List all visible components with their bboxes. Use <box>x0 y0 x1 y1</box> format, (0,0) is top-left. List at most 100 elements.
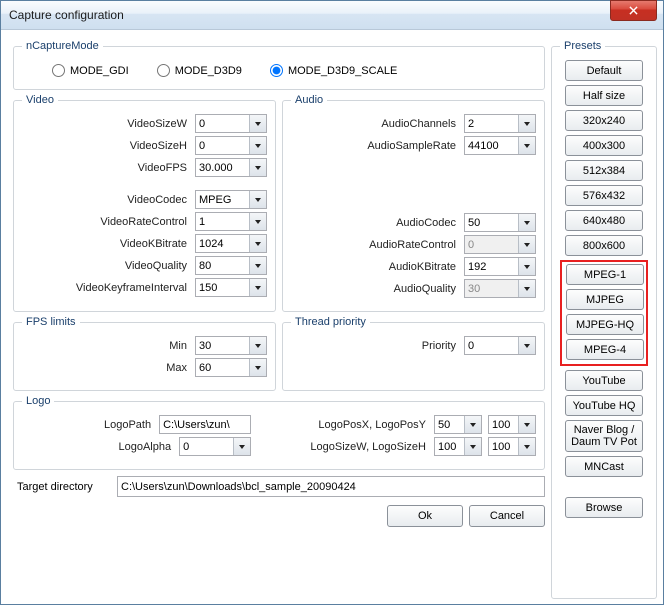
preset-800x600-button[interactable]: 800x600 <box>565 235 643 256</box>
capture-mode-legend: nCaptureMode <box>22 40 103 52</box>
preset-320x240-button[interactable]: 320x240 <box>565 110 643 131</box>
chevron-down-icon[interactable] <box>518 115 535 132</box>
video-keyframe-label: VideoKeyframeInterval <box>22 282 189 294</box>
logo-alpha-label: LogoAlpha <box>22 441 173 453</box>
chevron-down-icon <box>518 236 535 253</box>
chevron-down-icon[interactable] <box>249 115 266 132</box>
audio-quality-input <box>464 279 536 298</box>
chevron-down-icon[interactable] <box>249 359 266 376</box>
priority-label: Priority <box>291 340 458 352</box>
target-dir-input[interactable] <box>117 476 545 497</box>
audio-samplerate-label: AudioSampleRate <box>291 140 458 152</box>
video-sizeh-label: VideoSizeH <box>22 140 189 152</box>
chevron-down-icon[interactable] <box>249 279 266 296</box>
preset-400x300-button[interactable]: 400x300 <box>565 135 643 156</box>
audio-group: Audio AudioChannels AudioSampleRate Audi… <box>282 94 545 312</box>
audio-channels-input[interactable] <box>464 114 536 133</box>
chevron-down-icon[interactable] <box>518 416 535 433</box>
fps-max-label: Max <box>22 362 189 374</box>
video-kbitrate-input[interactable] <box>195 234 267 253</box>
video-codec-input[interactable] <box>195 190 267 209</box>
audio-ratectl-label: AudioRateControl <box>291 239 458 251</box>
fps-max-input[interactable] <box>195 358 267 377</box>
video-keyframe-input[interactable] <box>195 278 267 297</box>
mode-d3d9-scale-radio[interactable]: MODE_D3D9_SCALE <box>270 64 397 77</box>
close-icon <box>629 6 638 15</box>
browse-button[interactable]: Browse <box>565 497 643 518</box>
titlebar: Capture configuration <box>1 1 663 30</box>
fps-min-input[interactable] <box>195 336 267 355</box>
audio-kbitrate-input[interactable] <box>464 257 536 276</box>
logo-pos-label: LogoPosX, LogoPosY <box>261 419 428 431</box>
capture-mode-group: nCaptureMode MODE_GDI MODE_D3D9 MODE_D3D… <box>13 40 545 90</box>
preset-mjpeg-button[interactable]: MJPEG <box>566 289 644 310</box>
cancel-button[interactable]: Cancel <box>469 505 545 527</box>
chevron-down-icon[interactable] <box>249 257 266 274</box>
audio-codec-input[interactable] <box>464 213 536 232</box>
preset-default-button[interactable]: Default <box>565 60 643 81</box>
chevron-down-icon[interactable] <box>249 191 266 208</box>
video-legend: Video <box>22 94 58 106</box>
preset-mpeg-1-button[interactable]: MPEG-1 <box>566 264 644 285</box>
logo-path-label: LogoPath <box>22 419 153 431</box>
preset-mncast-button[interactable]: MNCast <box>565 456 643 477</box>
audio-channels-label: AudioChannels <box>291 118 458 130</box>
fps-limits-group: FPS limits Min Max <box>13 316 276 391</box>
chevron-down-icon[interactable] <box>233 438 250 455</box>
video-sizew-input[interactable] <box>195 114 267 133</box>
video-codec-label: VideoCodec <box>22 194 189 206</box>
preset-naver-daum-button[interactable]: Naver Blog / Daum TV Pot <box>565 420 643 452</box>
chevron-down-icon <box>518 280 535 297</box>
logo-alpha-input[interactable] <box>179 437 251 456</box>
mode-gdi-radio[interactable]: MODE_GDI <box>52 64 129 77</box>
chevron-down-icon[interactable] <box>464 416 481 433</box>
chevron-down-icon[interactable] <box>518 258 535 275</box>
logo-size-label: LogoSizeW, LogoSizeH <box>261 441 428 453</box>
preset-youtube-hq-button[interactable]: YouTube HQ <box>565 395 643 416</box>
chevron-down-icon[interactable] <box>464 438 481 455</box>
logo-group: Logo LogoPath LogoAlpha LogoPosX, LogoPo… <box>13 395 545 470</box>
video-kbitrate-label: VideoKBitrate <box>22 238 189 250</box>
video-ratectl-input[interactable] <box>195 212 267 231</box>
audio-codec-label: AudioCodec <box>291 217 458 229</box>
chevron-down-icon[interactable] <box>249 213 266 230</box>
audio-samplerate-input[interactable] <box>464 136 536 155</box>
logo-sizew-input[interactable] <box>434 437 482 456</box>
presets-group: Presets Default Half size 320x240 400x300 51… <box>551 40 657 599</box>
close-button[interactable] <box>610 0 657 21</box>
chevron-down-icon[interactable] <box>249 137 266 154</box>
priority-input[interactable] <box>464 336 536 355</box>
video-group: Video VideoSizeW VideoSizeH VideoFPS Vid… <box>13 94 276 312</box>
chevron-down-icon[interactable] <box>249 337 266 354</box>
chevron-down-icon[interactable] <box>518 438 535 455</box>
window-title: Capture configuration <box>9 8 610 22</box>
ok-button[interactable]: Ok <box>387 505 463 527</box>
capture-config-window: Capture configuration nCaptureMode MODE_… <box>0 0 664 605</box>
thread-priority-legend: Thread priority <box>291 316 370 328</box>
preset-576x432-button[interactable]: 576x432 <box>565 185 643 206</box>
video-sizeh-input[interactable] <box>195 136 267 155</box>
chevron-down-icon[interactable] <box>249 159 266 176</box>
preset-youtube-button[interactable]: YouTube <box>565 370 643 391</box>
logo-posy-input[interactable] <box>488 415 536 434</box>
presets-legend: Presets <box>560 40 605 52</box>
chevron-down-icon[interactable] <box>518 137 535 154</box>
chevron-down-icon[interactable] <box>518 337 535 354</box>
logo-sizeh-input[interactable] <box>488 437 536 456</box>
audio-quality-label: AudioQuality <box>291 283 458 295</box>
logo-path-input[interactable] <box>159 415 251 434</box>
video-quality-input[interactable] <box>195 256 267 275</box>
chevron-down-icon[interactable] <box>518 214 535 231</box>
video-fps-input[interactable] <box>195 158 267 177</box>
preset-640x480-button[interactable]: 640x480 <box>565 210 643 231</box>
preset-512x384-button[interactable]: 512x384 <box>565 160 643 181</box>
logo-posx-input[interactable] <box>434 415 482 434</box>
preset-mpeg-4-button[interactable]: MPEG-4 <box>566 339 644 360</box>
preset-half-size-button[interactable]: Half size <box>565 85 643 106</box>
video-fps-label: VideoFPS <box>22 162 189 174</box>
thread-priority-group: Thread priority Priority <box>282 316 545 391</box>
mode-d3d9-radio[interactable]: MODE_D3D9 <box>157 64 242 77</box>
preset-mjpeg-hq-button[interactable]: MJPEG-HQ <box>566 314 644 335</box>
chevron-down-icon[interactable] <box>249 235 266 252</box>
video-ratectl-label: VideoRateControl <box>22 216 189 228</box>
